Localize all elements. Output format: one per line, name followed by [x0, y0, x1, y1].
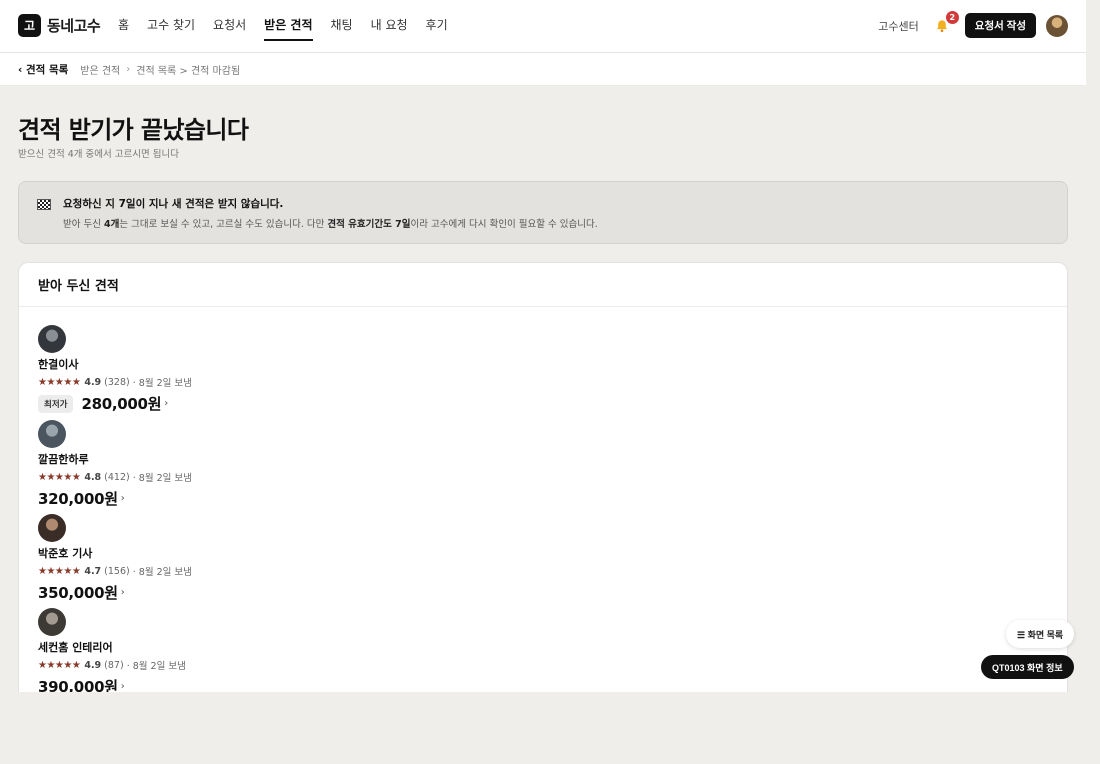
pro-avatar	[38, 514, 66, 542]
price-row: 350,000원 ›	[38, 582, 192, 603]
pro-name: 한결이사	[38, 358, 79, 371]
nav-my-requests[interactable]: 내 요청	[371, 0, 408, 41]
quote-item[interactable]: 깔끔한하루 ★★★★★ 4.8 (412) · 8월 2일 보냄 320,000…	[38, 420, 192, 509]
closed-notice-banner: 요청하신 지 7일이 지나 새 견적은 받지 않습니다. 받아 두신 4개는 그…	[18, 181, 1068, 244]
sent-date: · 8월 2일 보냄	[132, 473, 192, 484]
chevron-right-icon: ›	[120, 681, 125, 692]
nav-received-quotes[interactable]: 받은 견적	[264, 0, 313, 41]
chevron-right-icon: ›	[164, 398, 169, 409]
quote-item[interactable]: 박준호 기사 ★★★★★ 4.7 (156) · 8월 2일 보냄 350,00…	[38, 514, 192, 603]
quote-item[interactable]: 한결이사 ★★★★★ 4.9 (328) · 8월 2일 보냄 최저가 280,…	[38, 325, 192, 414]
review-count: (156)	[104, 565, 130, 577]
quote-price: 280,000원	[81, 395, 162, 413]
header-actions: 고수센터 2 요청서 작성	[878, 10, 1068, 38]
rating-stars-icon: ★★★★★	[38, 659, 81, 671]
quote-meta: ★★★★★ 4.8 (412) · 8월 2일 보냄	[38, 470, 192, 485]
logo[interactable]: 고 동네고수	[18, 14, 101, 37]
review-count: (412)	[104, 471, 130, 483]
rating-stars-icon: ★★★★★	[38, 565, 81, 577]
quote-item[interactable]: 세컨홈 인테리어 ★★★★★ 4.9 (87) · 8월 2일 보냄 390,0…	[38, 608, 186, 692]
quote-meta: ★★★★★ 4.7 (156) · 8월 2일 보냄	[38, 564, 192, 579]
screen-list-button[interactable]: ☰ 화면 목록	[1006, 620, 1075, 648]
quote-price: 320,000원	[38, 490, 118, 508]
top-navigation-bar: 고 동네고수 홈 고수 찾기 요청서 받은 견적 채팅 내 요청 후기 고수센터…	[0, 0, 1086, 53]
sent-date: · 8월 2일 보냄	[132, 378, 192, 389]
nav-find-pro[interactable]: 고수 찾기	[147, 0, 195, 41]
breadcrumb-current: 견적 목록 > 견적 마감됨	[136, 65, 241, 77]
screen-info-button[interactable]: QT0103 화면 정보	[981, 655, 1074, 679]
write-request-button[interactable]: 요청서 작성	[964, 13, 1036, 38]
nav-home[interactable]: 홈	[118, 0, 129, 41]
checkered-flag-icon	[37, 199, 51, 210]
quote-price: 390,000원	[38, 678, 118, 692]
user-avatar[interactable]	[1046, 14, 1068, 37]
pro-name: 깔끔한하루	[38, 453, 89, 466]
nav-reviews[interactable]: 후기	[426, 0, 448, 41]
breadcrumb: ‹ 견적 목록 받은 견적 › 견적 목록 > 견적 마감됨	[0, 53, 1086, 86]
price-row: 320,000원 ›	[38, 488, 192, 509]
rating-value: 4.7	[84, 565, 102, 577]
pro-name: 세컨홈 인테리어	[38, 641, 113, 654]
logo-text: 동네고수	[47, 17, 101, 35]
review-count: (87)	[104, 659, 124, 671]
chevron-right-icon: ›	[120, 493, 125, 504]
price-row: 390,000원 ›	[38, 676, 186, 692]
price-row: 최저가 280,000원 ›	[38, 393, 192, 414]
logo-mark: 고	[18, 14, 41, 37]
quote-meta: ★★★★★ 4.9 (87) · 8월 2일 보냄	[38, 658, 186, 673]
rating-stars-icon: ★★★★★	[38, 471, 81, 483]
pro-center-link[interactable]: 고수센터	[878, 18, 918, 34]
rating-value: 4.8	[84, 471, 102, 483]
pro-name: 박준호 기사	[38, 547, 93, 560]
notification-count-badge: 2	[945, 10, 959, 24]
quote-price: 350,000원	[38, 584, 118, 602]
card-title: 받아 두신 견적	[19, 263, 1067, 307]
notification-button[interactable]: 2	[931, 10, 959, 37]
lowest-price-badge: 최저가	[38, 394, 74, 413]
review-count: (328)	[104, 376, 130, 388]
back-to-quote-list-link[interactable]: ‹ 견적 목록	[18, 62, 68, 77]
sent-date: · 8월 2일 보냄	[126, 661, 186, 672]
notice-title: 요청하신 지 7일이 지나 새 견적은 받지 않습니다.	[63, 198, 284, 210]
nav-chat[interactable]: 채팅	[331, 0, 353, 41]
breadcrumb-received-quotes[interactable]: 받은 견적	[80, 62, 120, 77]
page-title: 견적 받기가 끝났습니다	[18, 116, 249, 144]
main-nav: 홈 고수 찾기 요청서 받은 견적 채팅 내 요청 후기	[118, 0, 448, 53]
notice-body: 받아 두신 4개는 그대로 보실 수 있고, 고르실 수도 있습니다. 다만 견…	[63, 219, 598, 230]
received-quotes-card: 받아 두신 견적 한결이사 ★★★★★ 4.9 (328) · 8월 2일 보냄…	[18, 262, 1068, 692]
rating-value: 4.9	[84, 376, 102, 388]
pro-avatar	[38, 420, 66, 448]
page-subtitle: 받으신 견적 4개 중에서 고르시면 됩니다	[18, 149, 179, 160]
rating-stars-icon: ★★★★★	[38, 376, 81, 388]
chevron-right-icon: ›	[120, 587, 125, 598]
sent-date: · 8월 2일 보냄	[132, 567, 192, 578]
rating-value: 4.9	[84, 659, 102, 671]
pro-avatar	[38, 608, 66, 636]
quote-meta: ★★★★★ 4.9 (328) · 8월 2일 보냄	[38, 375, 192, 390]
pro-avatar	[38, 325, 66, 353]
breadcrumb-separator: ›	[126, 63, 131, 75]
nav-requests[interactable]: 요청서	[213, 0, 246, 41]
